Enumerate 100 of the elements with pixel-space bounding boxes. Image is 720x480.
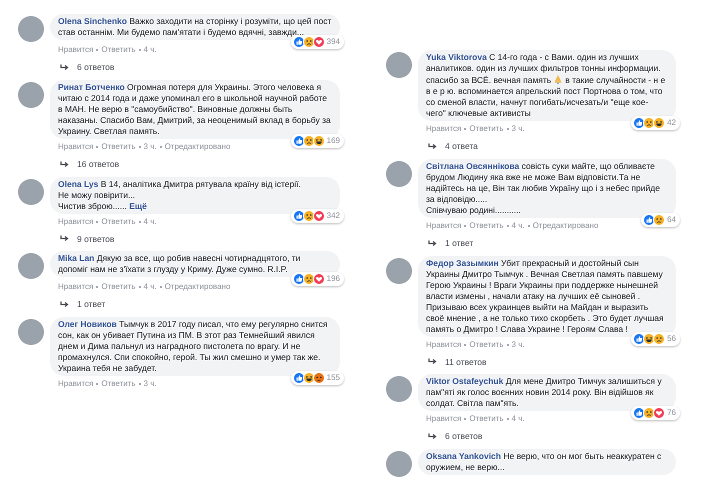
avatar[interactable] xyxy=(18,253,44,280)
comment-text: Федор Зазымкин Убит прекрасный и достойный сын Украины Дмитро Тымчук . Вечная Светлая память павшему Герою Украины ! Враги Украины при поддержке нынешней власти измены , начали атаку на лучших её сыновей . Призываю всех украинцев выйти на Майдан и выразить своё мнение , а не только тихо скорбеть . Это будет лучшая память о Дмитро ! Слава Украине ! Героям Слава ! xyxy=(418,256,676,336)
like-reaction-icon xyxy=(633,407,646,420)
action-link[interactable]: Нравится xyxy=(58,378,94,390)
reactions-pill[interactable]: 56 xyxy=(631,332,680,346)
replies-link[interactable]: 6 ответов xyxy=(445,430,482,443)
comment-text: Ринат Ботченко Огромная потеря для Украины. Этого человека я читаю с 2014 года и даже упоминал его в школьной научной работе в МАН. Не верю в "самоубийство". Виновные должны быть наказаны. Спасибо Вам, Дмитрий, за неоценимый вклад в борьбу за Украину. Светлая память. xyxy=(50,80,340,139)
action-link[interactable]: Нравится xyxy=(426,220,462,232)
avatar[interactable] xyxy=(386,376,412,402)
reactions-pill[interactable]: 42 xyxy=(631,116,680,130)
reply-arrow-icon xyxy=(60,235,69,242)
timestamp: 4 ч. xyxy=(512,220,525,232)
action-link[interactable]: Ответить xyxy=(469,123,504,135)
replies-link[interactable]: 16 ответов xyxy=(77,158,120,170)
action-link[interactable]: Нравится xyxy=(426,123,462,135)
reply-arrow-icon xyxy=(60,301,69,308)
author-link[interactable]: Olena Sinchenko xyxy=(58,16,127,26)
avatar[interactable] xyxy=(18,16,44,42)
timestamp: 4 ч. xyxy=(144,281,157,294)
action-link[interactable]: Ответить xyxy=(101,44,136,56)
reactions-pill[interactable]: 342 xyxy=(290,208,344,222)
reply-arrow-icon xyxy=(428,358,437,366)
comment-text: Yuka Viktorova С 14-го года - с Вами. один из лучших аналитиков. один из лучших фильтров тонны информации. спасибо за ВСЁ. вечная память в такие случайности - н е в е р ю. вспоминается апрельский пост Портнова о том, что со сменой власти, начнут погибать/исчезать/и "еще кое-чего" ключевые активисты xyxy=(418,50,676,121)
sad-face-reaction-icon xyxy=(653,214,666,226)
replies-link[interactable]: 4 ответа xyxy=(445,140,478,153)
like-reaction-icon xyxy=(292,372,305,384)
avatar[interactable] xyxy=(18,82,44,108)
avatar[interactable] xyxy=(18,319,44,345)
reply-arrow-icon xyxy=(428,433,437,440)
comment-text: Олег Новиков Тымчук в 2017 году писал, что ему регулярно снится сон, как он убивает Путина из ПМ. В этот раз Темнейший явился днем и Дима пальнул из наградного пистолета по врагу. И не промахнулся. Спи спокойно, герой. Ты жил смешно и умер так же. Украина тебя не забудет. xyxy=(50,317,340,376)
replies-link[interactable]: 6 ответов xyxy=(77,61,114,74)
author-link[interactable]: Олег Новиков xyxy=(58,319,117,329)
sad-face-reaction-icon xyxy=(653,332,666,344)
author-link[interactable]: Olena Lys xyxy=(58,178,98,188)
reactions-pill[interactable]: 196 xyxy=(290,272,344,286)
heart-reaction-icon xyxy=(312,273,325,286)
author-link[interactable]: Світлана Овсяннікова xyxy=(426,160,520,171)
like-reaction-icon xyxy=(292,36,305,48)
comment-text: Olena Lys В 14, аналітика Дмитра рятувала країну від істерії. Не можу повірити... Чистив зброю...... Ещё xyxy=(50,176,340,214)
sad-face-reaction-icon xyxy=(302,36,315,48)
reactions-pill[interactable]: 76 xyxy=(631,406,680,420)
timestamp: 3 ч. xyxy=(512,338,525,350)
reactions-pill[interactable]: 64 xyxy=(641,212,680,227)
action-link[interactable]: Нравится xyxy=(58,216,94,228)
laughing-face-reaction-icon xyxy=(653,117,666,129)
reactions-pill[interactable]: 155 xyxy=(290,371,344,385)
timestamp: 3 ч. xyxy=(512,123,525,135)
like-reaction-icon xyxy=(292,210,305,222)
sad-face-reaction-icon xyxy=(302,134,315,147)
action-link[interactable]: Ответить xyxy=(101,140,136,153)
action-link[interactable]: Нравится xyxy=(58,44,94,56)
laughing-face-reaction-icon xyxy=(302,372,315,384)
like-reaction-icon xyxy=(633,117,646,129)
like-reaction-icon xyxy=(292,273,305,286)
action-link[interactable]: Нравится xyxy=(58,281,94,294)
sad-face-reaction-icon xyxy=(302,273,315,286)
action-link[interactable]: Нравится xyxy=(426,413,462,426)
reactions-pill[interactable]: 169 xyxy=(290,134,344,148)
author-link[interactable]: Oksana Yankovich xyxy=(426,451,501,461)
replies-link[interactable]: 1 ответ xyxy=(445,236,474,250)
author-link[interactable]: Mika Lan xyxy=(58,253,94,264)
laughing-face-reaction-icon xyxy=(312,134,325,147)
reactions-pill[interactable]: 394 xyxy=(290,35,344,49)
author-link[interactable]: Ринат Ботченко xyxy=(58,82,125,92)
laughing-face-reaction-icon xyxy=(643,332,656,344)
author-link[interactable]: Yuka Viktorova xyxy=(426,52,487,62)
comment-text: Olena Sinchenko Важко заходити на сторінку і розуміти, що цей пост став останнім. Ми будемо пам'ятати і будемо вдячні, завжди... xyxy=(50,14,340,40)
sad-face-reaction-icon xyxy=(643,117,656,129)
like-reaction-icon xyxy=(643,214,656,226)
heart-reaction-icon xyxy=(312,36,325,48)
avatar[interactable] xyxy=(386,258,412,284)
comment-text: Світлана Овсяннікова совість суки майте, що обливаєте брудом Людину яка вже не може Вам відповісти.Та не надійтесь на це, Він так любив Україну що і з небес прийде за відповідю..... Співчуваю родині........... xyxy=(418,158,676,218)
action-link[interactable]: Ответить xyxy=(469,338,504,350)
sad-face-reaction-icon xyxy=(643,407,656,420)
replies-link[interactable]: 1 ответ xyxy=(77,298,106,311)
timestamp: 4 ч. xyxy=(144,44,157,56)
replies-link[interactable]: 11 ответов xyxy=(445,356,487,368)
heart-reaction-icon xyxy=(312,210,325,222)
reply-arrow-icon xyxy=(60,160,69,168)
action-link[interactable]: Ответить xyxy=(469,413,504,426)
action-link[interactable]: Нравится xyxy=(58,140,94,153)
edited-label: Отредактировано xyxy=(532,220,598,232)
avatar[interactable] xyxy=(386,451,412,477)
author-link[interactable]: Viktor Ostafeychuk xyxy=(426,376,504,386)
avatar[interactable] xyxy=(386,160,412,187)
reply-arrow-icon xyxy=(428,142,437,150)
action-link[interactable]: Ответить xyxy=(469,220,504,232)
action-link[interactable]: Ответить xyxy=(101,281,136,294)
action-link[interactable]: Нравится xyxy=(426,338,462,350)
edited-label: Отредактировано xyxy=(164,140,230,153)
avatar[interactable] xyxy=(386,52,412,78)
avatar[interactable] xyxy=(18,178,44,204)
replies-link[interactable]: 9 ответов xyxy=(77,232,114,246)
author-link[interactable]: Федор Зазымкин xyxy=(426,258,499,268)
action-link[interactable]: Ответить xyxy=(101,378,136,390)
see-more-link[interactable]: Ещё xyxy=(129,200,147,210)
timestamp: 4 ч. xyxy=(144,216,157,228)
like-reaction-icon xyxy=(633,332,646,344)
comment-text: Oksana Yankovich Не верю, что он мог быть неаккуратен с оружием, не верю... xyxy=(418,449,676,475)
action-link[interactable]: Ответить xyxy=(101,216,136,228)
